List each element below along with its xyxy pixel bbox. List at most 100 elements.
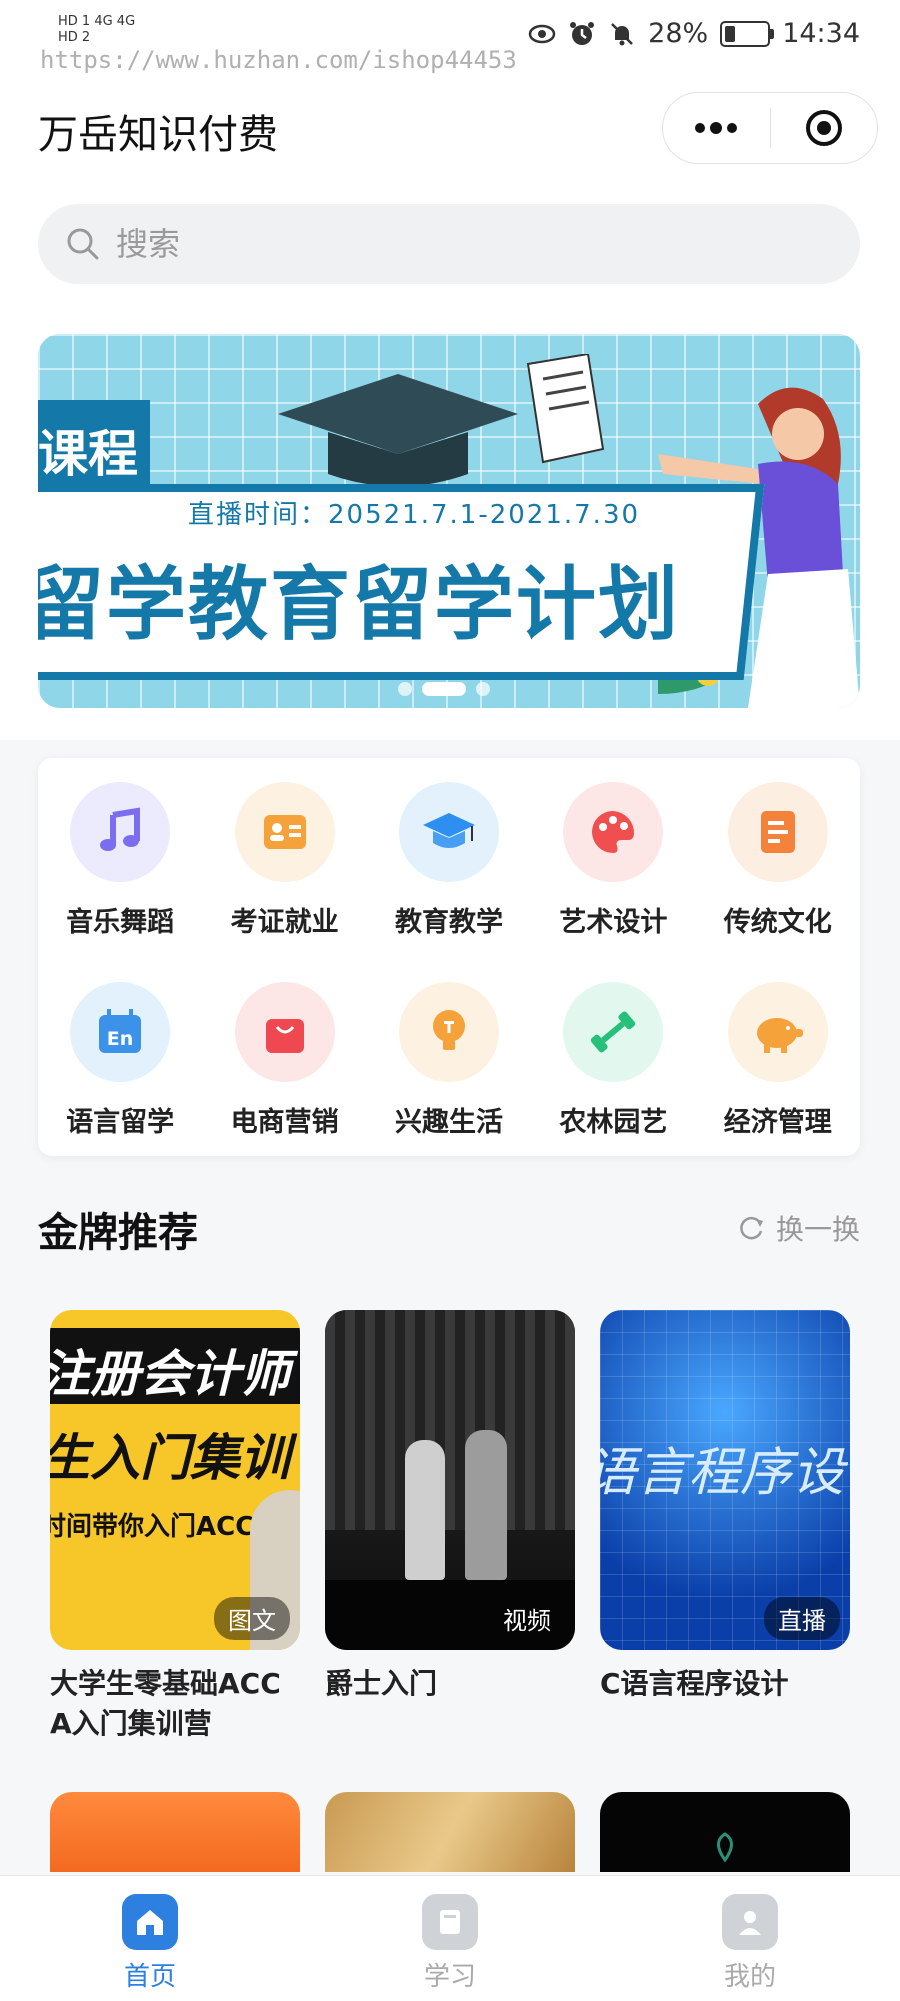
course-title: C语言程序设计 [600,1667,789,1700]
search-input[interactable] [114,224,718,264]
type-badge: 视频 [503,1607,551,1635]
more-button[interactable] [663,93,770,163]
close-target-icon [805,110,842,146]
category-label: 农林园艺 [559,1107,668,1138]
category-label: 经济管理 [723,1107,832,1138]
category-item[interactable]: 传统文化 [696,758,860,958]
category-label: 教育教学 [394,907,503,938]
refresh-button[interactable]: 换一换 [736,1208,860,1248]
category-item[interactable]: 教育教学 [367,758,531,958]
palette-icon [563,782,664,882]
svg-text:En: En [107,1028,134,1050]
network-indicators: HD 1 4G 4G HD 2 [58,14,135,46]
tab-mine[interactable]: 我的 [600,1876,900,2001]
tab-bar: 首页 学习 我的 [0,1875,900,2001]
category-item[interactable]: En 语言留学 [38,958,202,1156]
type-badge: 图文 [214,1597,290,1640]
app-title: 万岳知识付费 [38,112,278,158]
home-icon [122,1894,178,1950]
profile-icon [722,1894,778,1950]
banner-section: 课程 直播时间：20521.7.1-2021.7.30 留学教育留学计划 [0,300,900,740]
category-label: 传统文化 [723,907,832,938]
cover-text: 时间带你入门ACCA [50,1512,275,1542]
shopping-bag-icon [234,982,335,1082]
carousel-indicator [398,682,490,696]
graduation-cap-illustration [278,374,518,487]
category-panel: 音乐舞蹈 考证就业 教育教学 艺术设计 传统文化 En 语言留学 电商营销 兴趣生活 农林园艺 经济… [38,758,860,1156]
cover-musician [405,1440,445,1580]
tab-study[interactable]: 学习 [300,1876,600,2001]
lightbulb-icon [398,982,499,1082]
course-card[interactable]: 语言程序设 直播 C语言程序设计 [600,1310,850,1704]
network-sim1: HD 1 4G 4G [58,14,136,29]
cover-text: 语言程序设 [600,1443,845,1503]
cover-text: 注册会计师 [50,1345,290,1403]
id-card-icon [234,782,335,882]
category-item[interactable]: 经济管理 [696,958,860,1156]
music-note-icon [70,782,171,882]
graduation-cap-icon [398,782,499,882]
mute-bell-icon [608,20,636,48]
nav-header: 万岳知识付费 [0,80,900,190]
carousel-dot[interactable] [476,682,490,696]
calendar-en-icon: En [70,982,171,1082]
status-bar: HD 1 4G 4G HD 2 https://www.huzhan.com/i… [0,0,900,80]
eye-icon [528,20,556,48]
status-right: 28% 14:34 [528,18,860,49]
banner-headline: 留学教育留学计划 [38,558,680,651]
course-card[interactable]: 视频 爵士入门 [325,1310,575,1704]
battery-icon [720,20,775,47]
tab-label: 学习 [423,1962,476,1992]
watermark-text: https://www.huzhan.com/ishop44453 [40,46,517,74]
search-icon [66,227,100,261]
category-label: 考证就业 [230,907,339,938]
course-thumbnail: 语言程序设 直播 [600,1310,850,1650]
type-badge: 直播 [764,1597,840,1640]
category-label: 艺术设计 [559,907,668,938]
close-button[interactable] [771,93,878,163]
leaf-logo-icon [717,1832,733,1862]
category-item[interactable]: 兴趣生活 [367,958,531,1156]
network-sim2: HD 2 [58,30,91,45]
course-card-partial[interactable] [50,1792,300,1872]
course-card-partial[interactable] [600,1792,850,1872]
book-icon [422,1894,478,1950]
section-title: 金牌推荐 [38,1210,198,1256]
search-bar[interactable] [38,204,860,284]
tab-label: 我的 [723,1962,776,1992]
category-item[interactable]: 艺术设计 [531,758,695,958]
tab-home[interactable]: 首页 [0,1876,300,2001]
course-card-partial[interactable] [325,1792,575,1872]
category-item[interactable]: 农林园艺 [531,958,695,1156]
course-title: 爵士入门 [325,1667,438,1700]
search-section [0,190,900,300]
course-card[interactable]: 注册会计师 生入门集训 时间带你入门ACCA 图文 大学生零基础ACCA入门集训… [50,1310,300,1744]
dumbbell-icon [563,982,664,1082]
mini-program-capsule [662,92,878,164]
banner-carousel[interactable]: 课程 直播时间：20521.7.1-2021.7.30 留学教育留学计划 [38,334,860,708]
piggy-bank-icon [727,982,828,1082]
course-thumbnail: 视频 [325,1310,575,1650]
clock: 14:34 [782,18,860,49]
paper-illustration [526,354,605,464]
category-label: 语言留学 [66,1107,175,1138]
banner-time-text: 直播时间：20521.7.1-2021.7.30 [188,500,641,530]
course-title: 大学生零基础ACCA入门集训营 [50,1667,281,1740]
cover-text: 生入门集训 [50,1429,290,1487]
category-grid: 音乐舞蹈 考证就业 教育教学 艺术设计 传统文化 En 语言留学 电商营销 兴趣生活 农林园艺 经济… [38,758,860,1156]
recommend-section-header: 金牌推荐 换一换 [38,1200,860,1260]
category-item[interactable]: 电商营销 [202,958,366,1156]
category-item[interactable]: 音乐舞蹈 [38,758,202,958]
more-dots-icon [695,122,738,134]
refresh-icon [740,1216,763,1240]
refresh-label: 换一换 [775,1213,860,1246]
carousel-dot[interactable] [398,682,412,696]
document-icon [727,782,828,882]
alarm-icon [568,20,596,48]
category-label: 电商营销 [230,1107,339,1138]
battery-fill [725,25,736,42]
category-label: 兴趣生活 [394,1107,503,1138]
battery-percent: 28% [648,18,709,49]
carousel-dot[interactable] [422,682,466,696]
category-item[interactable]: 考证就业 [202,758,366,958]
